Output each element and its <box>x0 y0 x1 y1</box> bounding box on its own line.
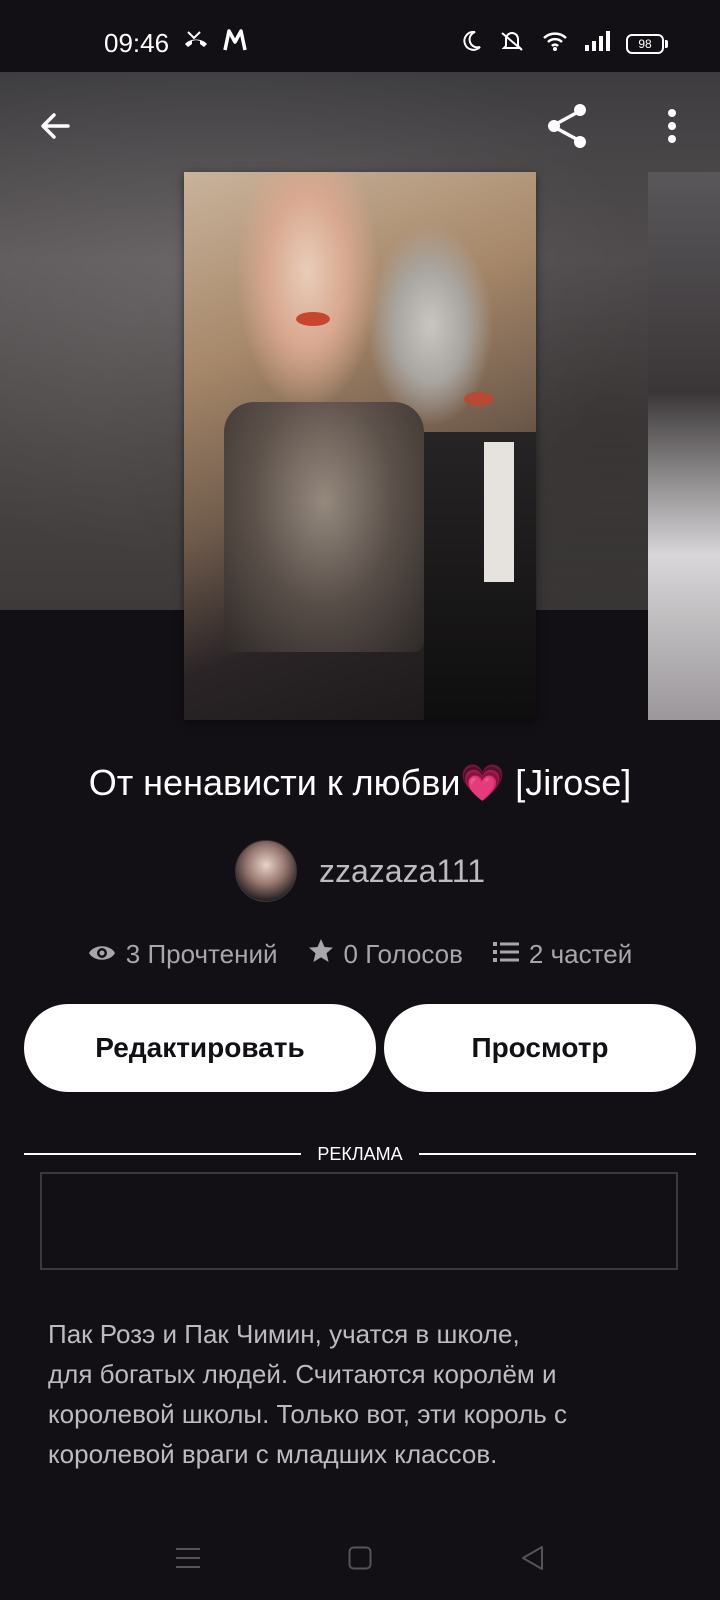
star-icon <box>308 938 334 971</box>
share-button[interactable] <box>540 100 596 156</box>
parts-stat: 2 частей <box>492 939 633 970</box>
more-vertical-icon <box>666 108 678 149</box>
missed-call-icon <box>182 28 210 57</box>
cover-figure-suit <box>424 432 536 720</box>
description-line: для богатых людей. Считаются королём и <box>48 1359 557 1389</box>
status-right-icons: 98 <box>462 30 668 57</box>
back-button[interactable] <box>28 100 84 156</box>
story-description: Пак Розэ и Пак Чимин, учатся в школе, дл… <box>48 1314 678 1474</box>
square-icon <box>348 1546 372 1575</box>
eye-icon <box>88 939 116 970</box>
author-avatar[interactable] <box>234 840 297 902</box>
home-button[interactable] <box>340 1540 380 1580</box>
m-app-icon <box>222 28 248 57</box>
battery-icon: 98 <box>626 33 668 54</box>
arrow-left-icon <box>38 108 74 149</box>
divider <box>418 1153 697 1155</box>
description-line: королевой школы. Только вот, эти король … <box>48 1399 568 1429</box>
moon-icon <box>462 30 482 57</box>
menu-icon <box>175 1546 201 1575</box>
cover-detail <box>464 392 494 406</box>
parts-count: 2 частей <box>528 939 633 969</box>
edit-button[interactable]: Редактировать <box>24 1004 376 1092</box>
author-row[interactable]: zzazaza111 <box>0 840 720 902</box>
signal-icon <box>584 30 610 57</box>
triangle-back-icon <box>520 1545 544 1576</box>
reads-stat: 3 Прочтений <box>88 939 278 970</box>
votes-count: 0 Голосов <box>343 939 463 969</box>
next-story-cover-image[interactable] <box>648 172 720 720</box>
divider <box>24 1153 302 1155</box>
ad-label: РЕКЛАМА <box>317 1143 403 1164</box>
status-left-icons <box>182 28 248 57</box>
view-button[interactable]: Просмотр <box>384 1004 696 1092</box>
story-stats: 3 Прочтений 0 Голосов 2 частей <box>0 938 720 971</box>
share-icon <box>544 102 592 155</box>
cover-figure-dress <box>224 402 424 652</box>
votes-stat: 0 Голосов <box>308 938 463 971</box>
list-icon <box>492 939 519 970</box>
status-bar: 09:46 98 <box>0 0 720 72</box>
cover-detail <box>296 312 330 326</box>
more-options-button[interactable] <box>644 100 700 156</box>
story-cover-image[interactable] <box>184 172 536 720</box>
author-name[interactable]: zzazaza111 <box>319 853 485 890</box>
system-navigation-bar <box>0 1520 720 1600</box>
reads-count: 3 Прочтений <box>125 939 278 969</box>
cover-figure-shirt <box>484 442 514 582</box>
ad-separator: РЕКЛАМА <box>24 1142 697 1166</box>
mute-icon <box>498 30 526 57</box>
description-line: королевой враги с младших классов. <box>48 1439 498 1469</box>
back-nav-button[interactable] <box>512 1540 552 1580</box>
description-line: Пак Розэ и Пак Чимин, учатся в школе, <box>48 1319 520 1349</box>
ad-banner[interactable] <box>40 1172 678 1270</box>
status-time: 09:46 <box>104 28 170 58</box>
story-title: От ненависти к любви💗 [Jirose] <box>88 762 632 803</box>
wifi-icon <box>542 30 568 57</box>
recents-button[interactable] <box>168 1540 208 1580</box>
